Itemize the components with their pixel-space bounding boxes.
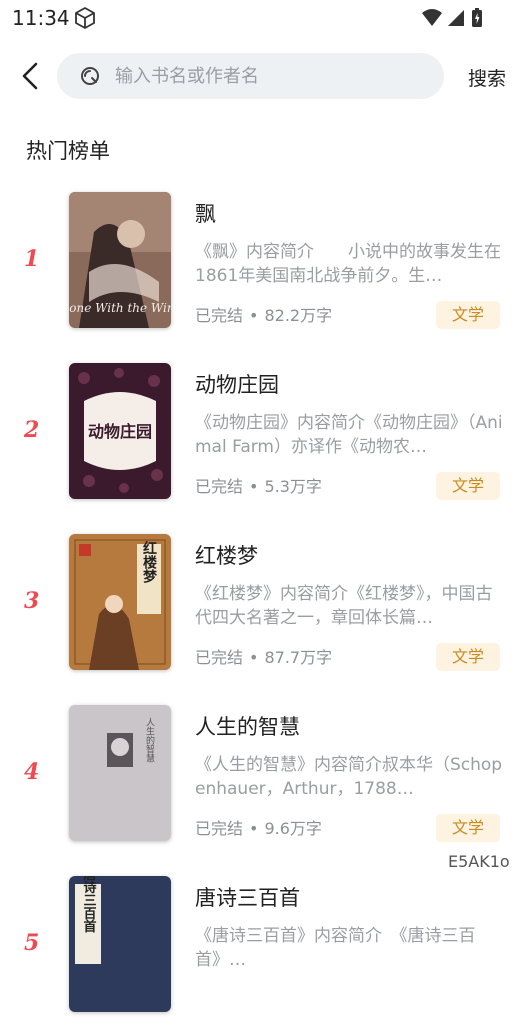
list-item[interactable]: 2 动物庄园 动物庄园 《动物庄园》内容简介《动物庄园》（Animal Farm…	[0, 351, 530, 522]
book-meta: 已完结 • 5.3万字	[195, 473, 322, 497]
cover-title: Gone With the Wind	[69, 301, 171, 315]
rank-number: 1	[24, 246, 40, 272]
book-meta: 已完结 • 9.6万字	[195, 815, 322, 839]
book-cover[interactable]: 唐诗三百首	[69, 876, 171, 1012]
book-cover[interactable]: Gone With the Wind	[69, 192, 171, 328]
word-count: 82.2万字	[264, 306, 333, 325]
rank-number: 2	[24, 417, 40, 443]
book-cover[interactable]: 动物庄园	[69, 363, 171, 499]
list-item[interactable]: 5 唐诗三百首 唐诗三百首 《唐诗三百首》内容简介 《唐诗三百首》…	[0, 864, 530, 1035]
book-title: 红楼梦	[195, 544, 258, 568]
meta-separator: •	[249, 306, 259, 325]
list-item[interactable]: 4 人生的智慧 人生的智慧 《人生的智慧》内容简介叔本华（Schopenhaue…	[0, 693, 530, 864]
search-button[interactable]: 搜索	[468, 64, 506, 91]
list-item[interactable]: 1 Gone With the Wind 飘 《飘》内容简介 小说中的故事发生在…	[0, 180, 530, 351]
cover-title: 唐诗三百首	[81, 876, 97, 934]
book-meta: 已完结 • 87.7万字	[195, 644, 332, 668]
book-description: 《红楼梦》内容简介《红楼梦》，中国古代四大名著之一，章回体长篇…	[195, 584, 493, 628]
book-list: 1 Gone With the Wind 飘 《飘》内容简介 小说中的故事发生在…	[0, 180, 530, 1035]
word-count: 9.6万字	[264, 819, 322, 838]
search-input[interactable]	[115, 53, 425, 99]
list-item[interactable]: 3 红楼梦 红楼梦 《红楼梦》内容简介《红楼梦》，中国古代四大名著之一，章回体长…	[0, 522, 530, 693]
book-title: 动物庄园	[195, 373, 279, 397]
search-icon	[79, 65, 101, 91]
status-time: 11:34	[12, 6, 70, 30]
word-count: 5.3万字	[264, 477, 322, 496]
book-status: 已完结	[195, 306, 244, 325]
search-box[interactable]	[57, 53, 444, 99]
genre-tag: 文学	[436, 472, 500, 500]
cover-title: 红楼梦	[141, 540, 157, 584]
watermark-text: E5AK1o	[448, 852, 510, 871]
status-bar: 11:34	[0, 0, 530, 36]
signal-icon	[448, 10, 464, 26]
book-title: 飘	[195, 202, 216, 226]
book-title: 唐诗三百首	[195, 886, 300, 910]
search-row: 搜索	[0, 52, 530, 100]
book-description: 《飘》内容简介 小说中的故事发生在1861年美国南北战争前夕。生…	[195, 242, 501, 286]
book-status: 已完结	[195, 648, 244, 667]
meta-separator: •	[249, 648, 259, 667]
genre-tag: 文学	[436, 814, 500, 842]
word-count: 87.7万字	[264, 648, 333, 667]
wifi-icon	[422, 9, 442, 26]
book-description: 《唐诗三百首》内容简介 《唐诗三百首》…	[195, 926, 476, 970]
section-title: 热门榜单	[26, 139, 110, 163]
status-icons	[420, 7, 490, 33]
rank-number: 4	[24, 759, 40, 785]
meta-separator: •	[249, 819, 259, 838]
rank-number: 3	[24, 588, 40, 614]
book-cover[interactable]: 人生的智慧	[69, 705, 171, 841]
cover-title: 人生的智慧	[144, 717, 155, 762]
meta-separator: •	[249, 477, 259, 496]
package-icon	[73, 6, 97, 34]
book-description: 《人生的智慧》内容简介叔本华（Schopenhauer，Arthur，1788…	[195, 755, 503, 799]
book-description: 《动物庄园》内容简介《动物庄园》（Animal Farm）亦译作《动物农…	[195, 413, 503, 457]
book-meta: 已完结 • 82.2万字	[195, 302, 332, 326]
battery-icon	[472, 8, 482, 27]
genre-tag: 文学	[436, 301, 500, 329]
genre-tag: 文学	[436, 643, 500, 671]
back-arrow-icon[interactable]	[18, 60, 46, 92]
book-cover[interactable]: 红楼梦	[69, 534, 171, 670]
rank-number: 5	[24, 930, 40, 956]
book-status: 已完结	[195, 819, 244, 838]
cover-title: 动物庄园	[88, 422, 152, 441]
book-title: 人生的智慧	[195, 715, 300, 739]
book-status: 已完结	[195, 477, 244, 496]
